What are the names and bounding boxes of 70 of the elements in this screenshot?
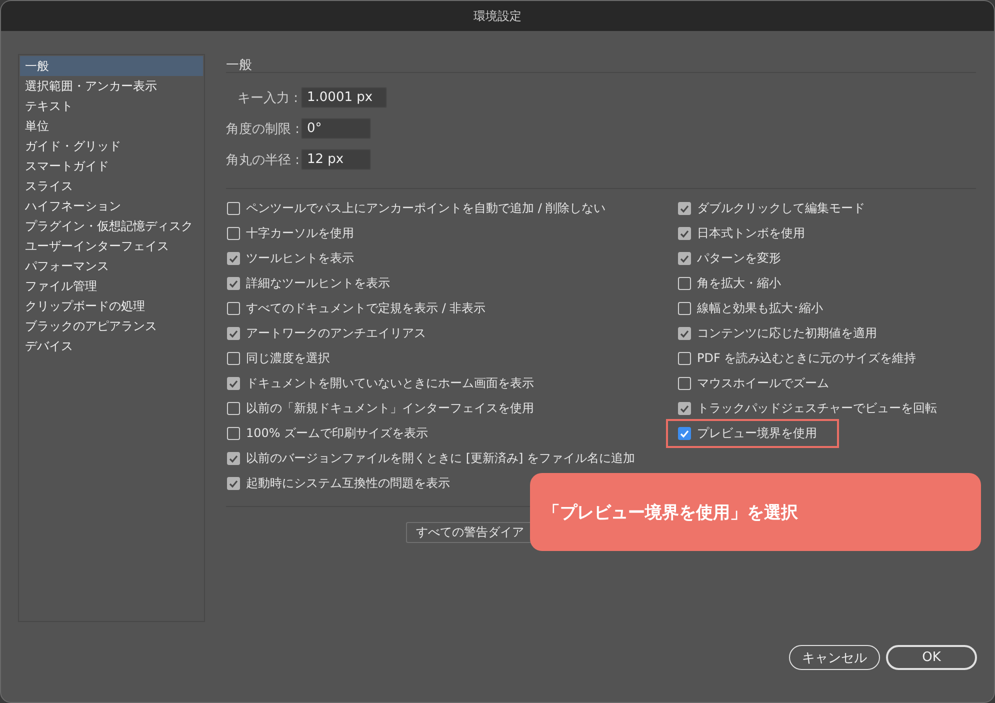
checkbox[interactable] bbox=[227, 202, 240, 215]
checkbox[interactable] bbox=[227, 477, 240, 490]
category-item[interactable]: クリップボードの処理 bbox=[20, 296, 203, 316]
input-field[interactable]: 0° bbox=[301, 118, 371, 139]
checkbox[interactable] bbox=[227, 452, 240, 465]
category-item[interactable]: 単位 bbox=[20, 116, 203, 136]
checkbox[interactable] bbox=[678, 402, 691, 415]
checkbox-label: 同じ濃度を選択 bbox=[246, 350, 330, 367]
checkbox-label: ペンツールでパス上にアンカーポイントを自動で追加 / 削除しない bbox=[246, 200, 606, 217]
checkbox[interactable] bbox=[227, 352, 240, 365]
checkbox-label: 線幅と効果も拡大･縮小 bbox=[697, 300, 823, 317]
category-item[interactable]: パフォーマンス bbox=[20, 256, 203, 276]
checkbox[interactable] bbox=[678, 302, 691, 315]
checkbox-label: 起動時にシステム互換性の問題を表示 bbox=[246, 475, 450, 492]
checkbox[interactable] bbox=[678, 327, 691, 340]
category-item[interactable]: ユーザーインターフェイス bbox=[20, 236, 203, 256]
field-label: キー入力 : bbox=[236, 90, 298, 106]
input-field[interactable]: 1.0001 px bbox=[301, 87, 387, 108]
checkbox-label: 十字カーソルを使用 bbox=[246, 225, 354, 242]
checkbox-label: PDF を読み込むときに元のサイズを維持 bbox=[697, 350, 916, 367]
checkbox[interactable] bbox=[227, 377, 240, 390]
checkbox-label: 角を拡大・縮小 bbox=[697, 275, 781, 292]
checkbox[interactable] bbox=[227, 252, 240, 265]
checkbox-label: 100% ズームで印刷サイズを表示 bbox=[246, 425, 428, 442]
checkbox[interactable] bbox=[227, 227, 240, 240]
cancel-button[interactable]: キャンセル bbox=[789, 645, 880, 670]
category-item[interactable]: デバイス bbox=[20, 336, 203, 356]
section-title: 一般 bbox=[226, 57, 253, 72]
checkbox[interactable] bbox=[678, 202, 691, 215]
category-item[interactable]: ブラックのアピアランス bbox=[20, 316, 203, 336]
category-item[interactable]: スライス bbox=[20, 176, 203, 196]
field-label: 角丸の半径 : bbox=[226, 152, 298, 168]
checkbox-label: すべてのドキュメントで定規を表示 / 非表示 bbox=[246, 300, 486, 317]
checkbox-label: 以前のバージョンファイルを開くときに [更新済み] をファイル名に追加 bbox=[246, 450, 635, 467]
checkbox[interactable] bbox=[227, 277, 240, 290]
checkbox-label: プレビュー境界を使用 bbox=[697, 425, 817, 442]
checkbox-label: 日本式トンボを使用 bbox=[697, 225, 805, 242]
checkbox[interactable] bbox=[678, 227, 691, 240]
checkbox[interactable] bbox=[678, 377, 691, 390]
category-item[interactable]: 一般 bbox=[20, 56, 203, 76]
checkbox[interactable] bbox=[227, 427, 240, 440]
checkbox-label: 詳細なツールヒントを表示 bbox=[246, 275, 390, 292]
checkbox[interactable] bbox=[227, 327, 240, 340]
checkbox[interactable] bbox=[678, 252, 691, 265]
checkbox-label: ドキュメントを開いていないときにホーム画面を表示 bbox=[246, 375, 534, 392]
checkbox-label: アートワークのアンチエイリアス bbox=[246, 325, 426, 342]
checkbox[interactable] bbox=[678, 352, 691, 365]
instruction-tooltip: 「プレビュー境界を使用」を選択 bbox=[530, 473, 981, 551]
checkbox-label: ツールヒントを表示 bbox=[246, 250, 354, 267]
window-title: 環境設定 bbox=[474, 8, 522, 24]
category-item[interactable]: スマートガイド bbox=[20, 156, 203, 176]
category-item[interactable]: ガイド・グリッド bbox=[20, 136, 203, 156]
ok-button[interactable]: OK bbox=[886, 645, 977, 670]
field-label: 角度の制限 : bbox=[226, 120, 298, 138]
checkbox[interactable] bbox=[678, 427, 691, 440]
input-field[interactable]: 12 px bbox=[301, 149, 371, 170]
checkbox[interactable] bbox=[678, 277, 691, 290]
checkbox-label: トラックパッドジェスチャーでビューを回転 bbox=[697, 400, 937, 417]
checkbox-label: パターンを変形 bbox=[697, 250, 781, 267]
checkbox-label: コンテンツに応じた初期値を適用 bbox=[697, 325, 877, 342]
checkbox-label: マウスホイールでズーム bbox=[697, 375, 829, 392]
category-item[interactable]: ハイフネーション bbox=[20, 196, 203, 216]
category-item[interactable]: テキスト bbox=[20, 96, 203, 116]
category-item[interactable]: ファイル管理 bbox=[20, 276, 203, 296]
category-item[interactable]: 選択範囲・アンカー表示 bbox=[20, 76, 203, 96]
checkbox-label: ダブルクリックして編集モード bbox=[697, 200, 865, 217]
category-item[interactable]: プラグイン・仮想記憶ディスク bbox=[20, 216, 203, 236]
checkbox-label: 以前の「新規ドキュメント」インターフェイスを使用 bbox=[246, 400, 534, 417]
checkbox[interactable] bbox=[227, 302, 240, 315]
checkbox[interactable] bbox=[227, 402, 240, 415]
